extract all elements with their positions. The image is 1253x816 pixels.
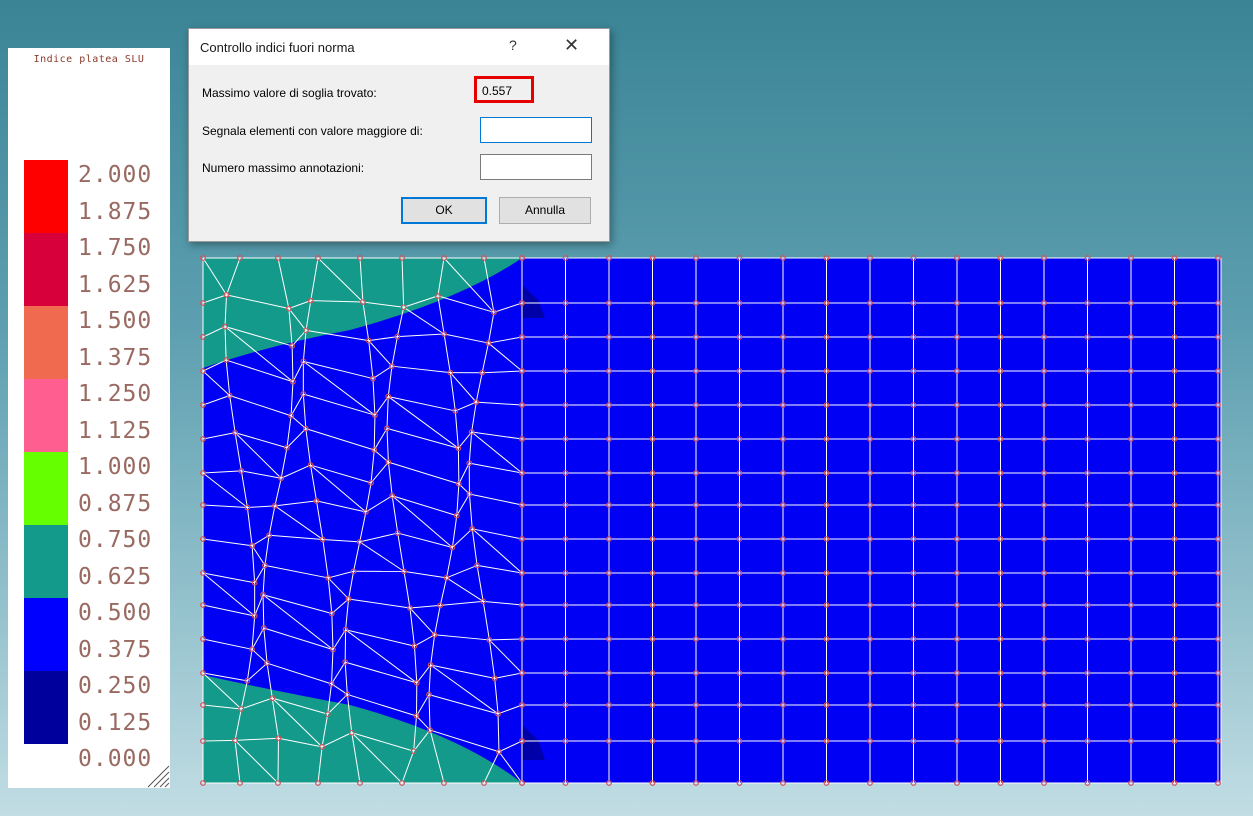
legend-tick-label: 1.250 (78, 381, 153, 407)
legend-tick-label: 1.375 (78, 344, 153, 371)
legend-tick-label: 1.875 (78, 198, 153, 225)
legend-tick-label: 1.125 (78, 417, 153, 444)
max-threshold-label: Massimo valore di soglia trovato: (202, 86, 377, 100)
legend-tick-label: 0.125 (78, 709, 153, 736)
mesh-edge (457, 448, 460, 484)
legend-tick-label: 1.500 (78, 308, 153, 334)
legend-tick-label: 1.000 (78, 454, 153, 480)
legend-swatch (24, 452, 68, 525)
legend-panel: Indice platea SLU 2.000 1.875 1.750 1.625 1.… (8, 48, 170, 788)
legend-swatch (24, 306, 68, 379)
legend-tick-label: 0.375 (78, 636, 153, 663)
legend-tick-label: 0.750 (78, 527, 153, 553)
legend-swatch (24, 160, 68, 233)
legend-swatch (24, 525, 68, 598)
max-threshold-value: 0.557 (482, 84, 513, 98)
max-value-highlight: 0.557 (474, 76, 534, 103)
legend-tick-label: 1.625 (78, 271, 153, 298)
threshold-check-dialog: Controllo indici fuori norma ? ✕ Massimo… (188, 28, 610, 242)
threshold-input[interactable] (480, 117, 592, 143)
resize-grip-icon[interactable] (144, 758, 170, 788)
threshold-label: Segnala elementi con valore maggiore di: (202, 124, 423, 138)
legend-tick-label: 1.750 (78, 235, 153, 261)
legend-tick-label: 0.875 (78, 490, 153, 517)
max-annotations-input[interactable] (480, 154, 592, 180)
cancel-button[interactable]: Annulla (499, 197, 591, 224)
dialog-titlebar[interactable]: Controllo indici fuori norma ? ✕ (189, 29, 609, 65)
legend-tick-label: 0.500 (78, 600, 153, 626)
legend-tick-label: 2.000 (78, 162, 153, 188)
legend-swatch (24, 671, 68, 744)
mesh-edge (202, 739, 236, 742)
legend-title: Indice platea SLU (33, 54, 145, 65)
legend-swatch (24, 233, 68, 306)
help-icon[interactable]: ? (509, 37, 517, 53)
legend-swatch (24, 598, 68, 671)
legend-swatch (24, 379, 68, 452)
close-icon[interactable]: ✕ (564, 35, 579, 56)
ok-button[interactable]: OK (401, 197, 487, 224)
dialog-title: Controllo indici fuori norma (200, 40, 355, 55)
max-annotations-label: Numero massimo annotazioni: (202, 161, 365, 175)
legend-tick-label: 0.625 (78, 563, 153, 590)
legend-tick-label: 0.250 (78, 673, 153, 699)
mesh-edge (373, 415, 376, 451)
